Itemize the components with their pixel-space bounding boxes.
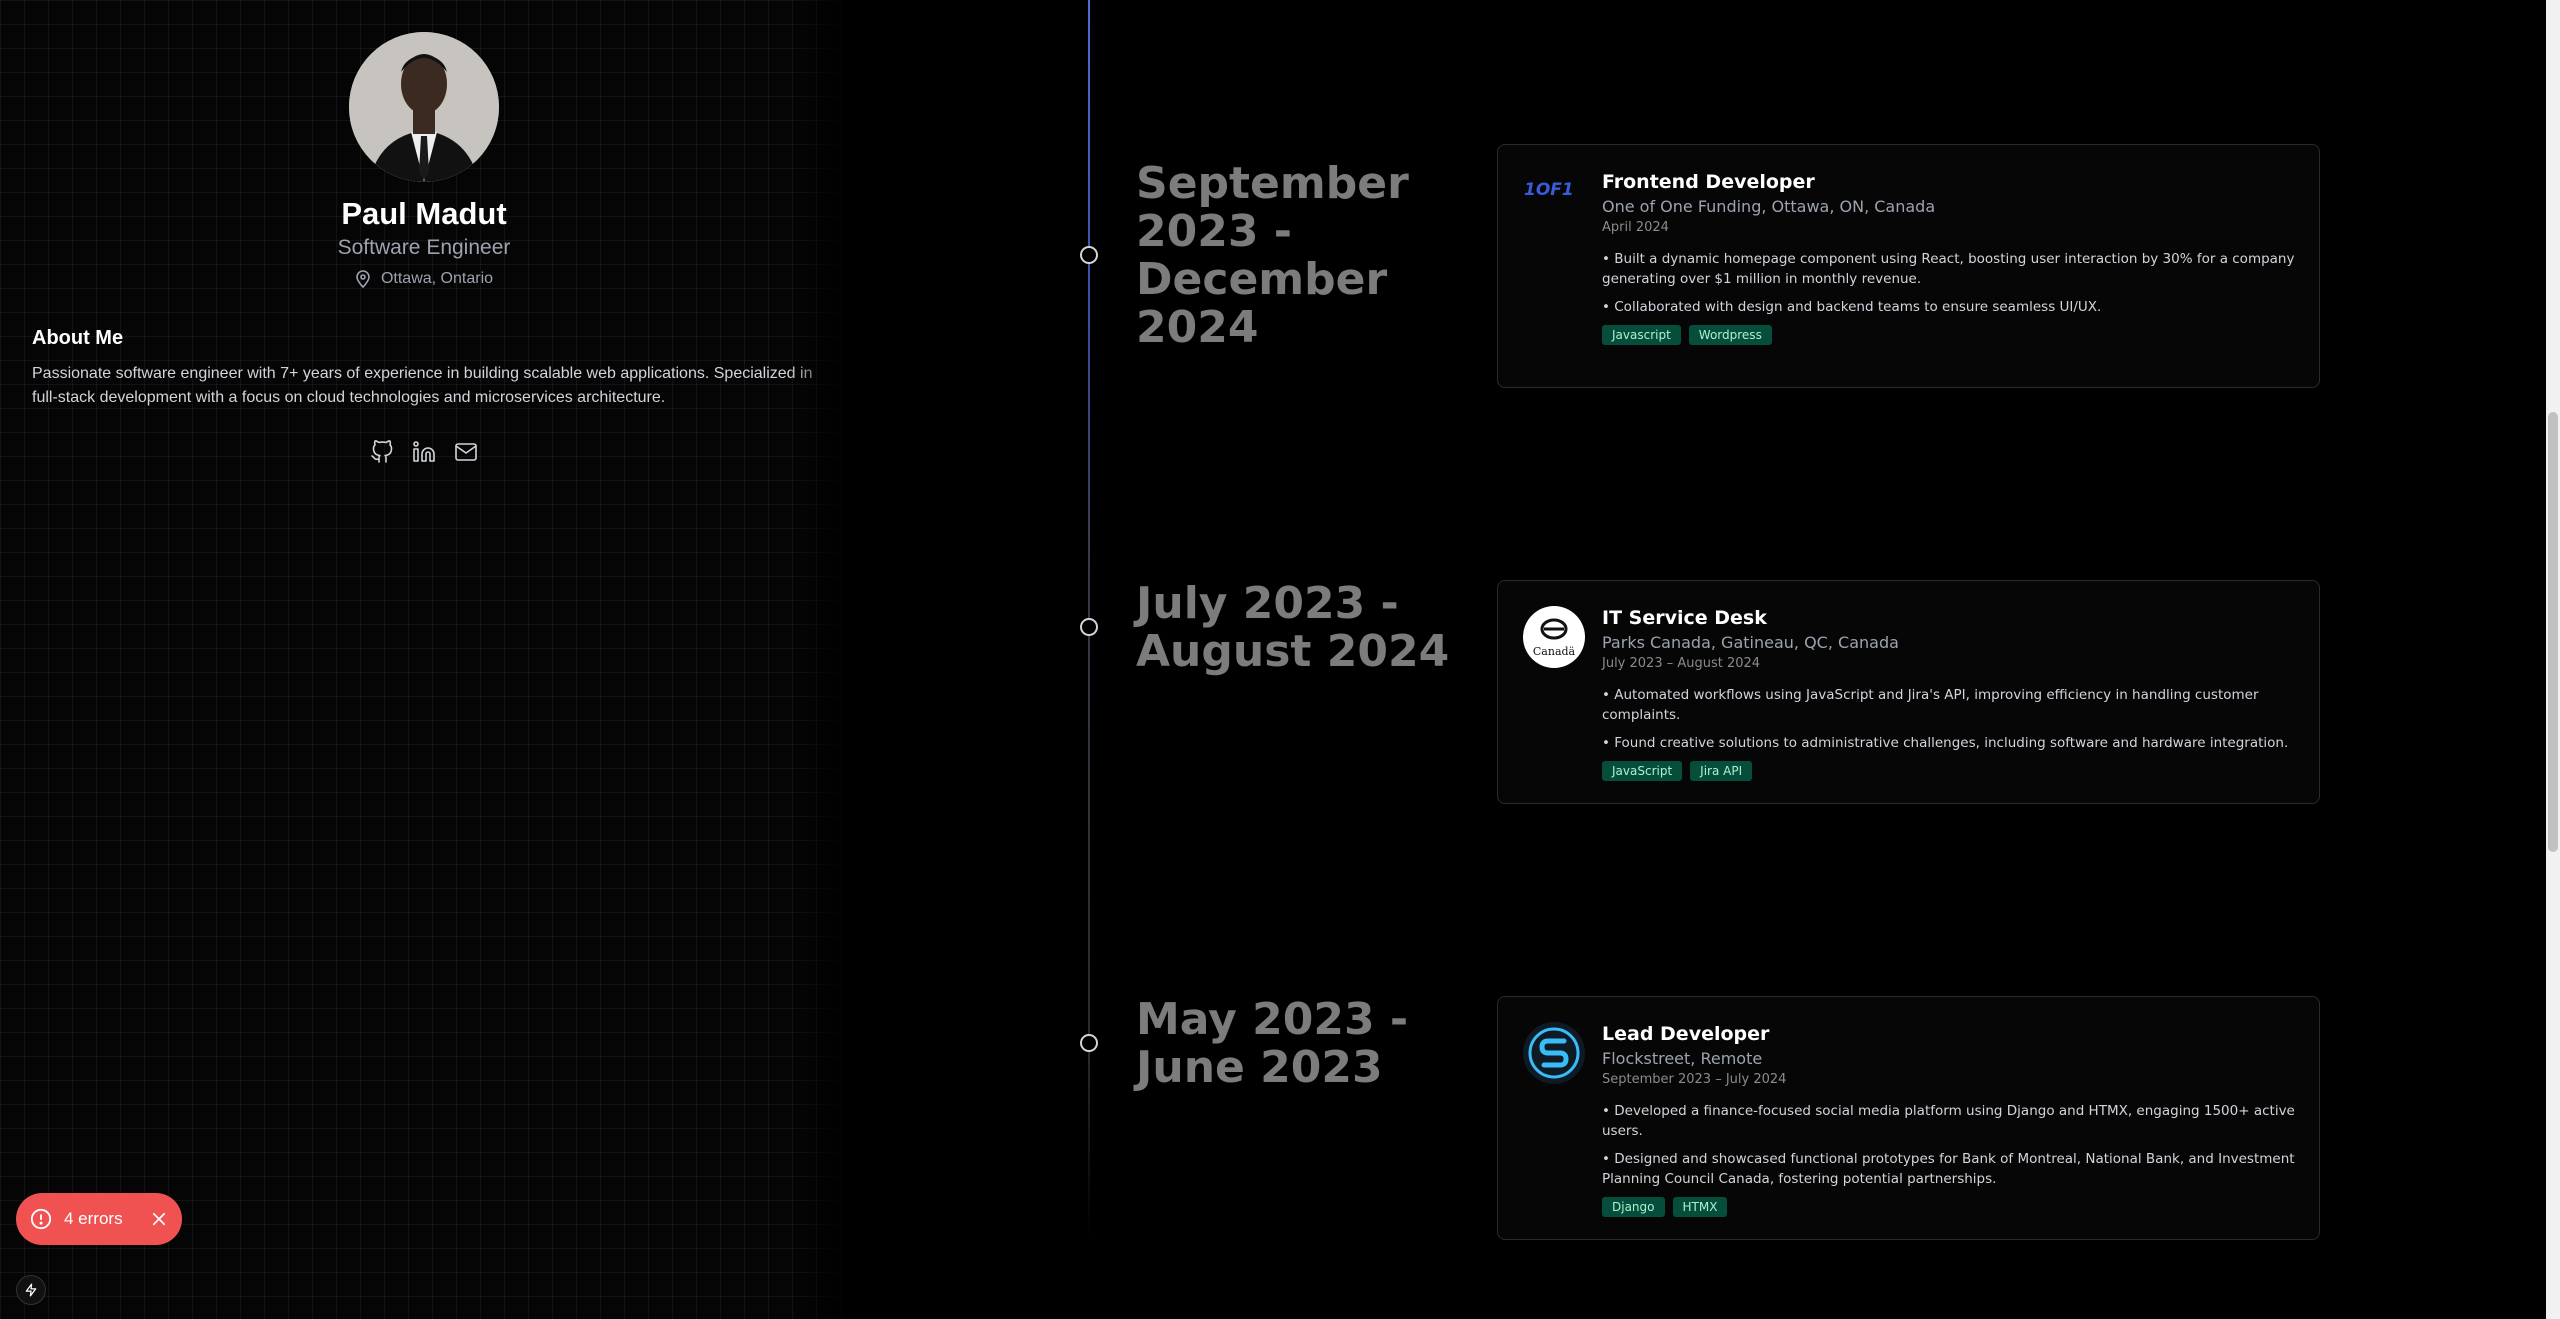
tag: Javascript	[1602, 325, 1681, 345]
dev-tools-button[interactable]	[16, 1275, 46, 1305]
mail-icon[interactable]	[454, 440, 478, 464]
social-links	[370, 440, 478, 464]
flockstreet-logo	[1522, 1021, 1586, 1085]
svg-text:Canadä: Canadä	[1533, 645, 1576, 658]
tag-list: Django HTMX	[1602, 1197, 2295, 1217]
1of1-logo: 1OF1	[1522, 169, 1586, 233]
job-period: July 2023 – August 2024	[1602, 656, 1761, 671]
location-text: Ottawa, Ontario	[380, 270, 494, 287]
scrollbar-thumb[interactable]	[2548, 412, 2558, 852]
timeline-dot	[1080, 618, 1098, 636]
alert-circle-icon	[30, 1208, 52, 1230]
job-bullet: • Developed a finance-focused social med…	[1602, 1103, 2295, 1139]
parks-canada-logo: Canadä	[1522, 605, 1586, 669]
profile-location: Ottawa, Ontario	[0, 270, 848, 288]
tag: Jira API	[1690, 761, 1753, 781]
job-period: April 2024	[1602, 220, 1669, 235]
timeline-date: July 2023 - August 2024	[1136, 578, 1450, 677]
linkedin-icon[interactable]	[412, 440, 436, 464]
timeline-dot	[1080, 246, 1098, 264]
tag: Django	[1602, 1197, 1665, 1217]
job-title: Lead Developer	[1602, 1023, 1770, 1045]
job-bullet: • Automated workflows using JavaScript a…	[1602, 687, 2259, 723]
about-heading: About Me	[32, 327, 124, 349]
job-company: Flockstreet, Remote	[1602, 1049, 1763, 1068]
avatar	[349, 32, 499, 182]
tag: Wordpress	[1688, 325, 1772, 345]
tag-list: Javascript Wordpress	[1602, 325, 2295, 345]
profile-panel: Paul Madut Software Engineer Ottawa, Ont…	[0, 0, 848, 1319]
close-icon[interactable]	[150, 1210, 168, 1228]
errors-label[interactable]: 4 errors	[64, 1209, 123, 1229]
job-title: IT Service Desk	[1602, 607, 1767, 629]
job-company: One of One Funding, Ottawa, ON, Canada	[1602, 197, 1936, 216]
experience-card: Lead Developer Flockstreet, Remote Septe…	[1497, 996, 2320, 1240]
tag-list: JavaScript Jira API	[1602, 761, 2295, 781]
lightning-icon	[25, 1283, 37, 1297]
timeline-date: May 2023 - June 2023	[1136, 994, 1409, 1093]
map-pin-icon	[356, 270, 370, 288]
job-company: Parks Canada, Gatineau, QC, Canada	[1602, 633, 1899, 652]
job-period: September 2023 – July 2024	[1602, 1072, 1787, 1087]
profile-role: Software Engineer	[337, 236, 511, 259]
job-bullet: • Designed and showcased functional prot…	[1602, 1151, 2295, 1187]
tag: JavaScript	[1602, 761, 1683, 781]
job-title: Frontend Developer	[1602, 171, 1815, 193]
svg-text:1OF1: 1OF1	[1524, 180, 1574, 200]
profile-name: Paul Madut	[341, 196, 507, 231]
errors-toast[interactable]: 4 errors	[16, 1193, 182, 1245]
experience-card: 1OF1 Frontend Developer One of One Fundi…	[1497, 144, 2320, 388]
experience-card: Canadä IT Service Desk Parks Canada, Gat…	[1497, 580, 2320, 804]
job-bullet: • Collaborated with design and backend t…	[1602, 299, 2102, 315]
timeline-date: September 2023 - December 2024	[1136, 158, 1409, 353]
timeline-dot	[1080, 1034, 1098, 1052]
tag: HTMX	[1672, 1197, 1728, 1217]
github-icon[interactable]	[370, 440, 394, 464]
job-bullet: • Found creative solutions to administra…	[1602, 735, 2289, 751]
about-text: Passionate software engineer with 7+ yea…	[32, 365, 813, 406]
job-bullet: • Built a dynamic homepage component usi…	[1602, 251, 2295, 287]
